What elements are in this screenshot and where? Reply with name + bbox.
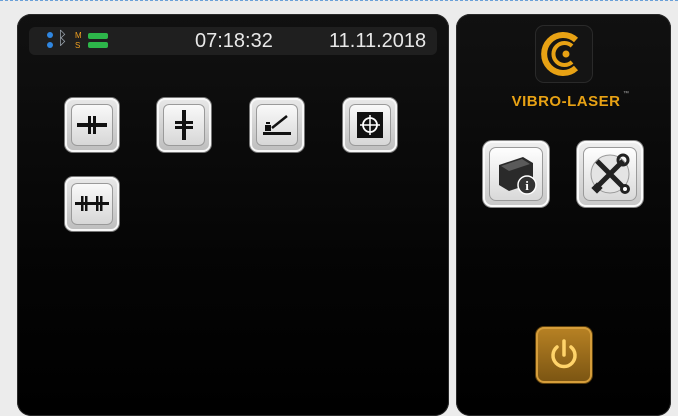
horizontal-shaft-alignment-icon	[77, 116, 107, 134]
vibro-laser-logo-icon	[536, 26, 592, 82]
target-crosshair-button[interactable]	[343, 98, 397, 152]
tools-settings-button[interactable]	[577, 141, 643, 207]
ms-labels: M S	[75, 31, 82, 51]
clock-date: 11.11.2018	[329, 30, 427, 52]
power-button[interactable]	[536, 327, 592, 383]
target-crosshair-icon	[357, 112, 383, 138]
horizontal-shaft-alignment-button[interactable]	[65, 98, 119, 152]
machine-train-alignment-icon	[75, 196, 109, 211]
status-bar: ᛒ M S 07:18:32 11.11.2018	[29, 27, 437, 55]
vertical-shaft-alignment-icon	[175, 110, 193, 140]
trademark: ™	[623, 91, 629, 97]
svg-text:i: i	[525, 178, 529, 193]
machine-train-alignment-button[interactable]	[65, 177, 119, 231]
tools-settings-icon	[590, 153, 630, 194]
window-top-border	[0, 0, 678, 5]
flatness-measurement-icon	[263, 115, 291, 135]
device-info-icon: i	[499, 157, 537, 195]
power-icon	[551, 339, 577, 369]
connection-indicator	[47, 32, 53, 52]
s-label: S	[75, 41, 81, 50]
main-panel: ᛒ M S 07:18:32 11.11.2018	[17, 14, 449, 416]
flatness-measurement-button[interactable]	[250, 98, 304, 152]
side-panel: VIBRO-LASER ™ i	[456, 14, 671, 416]
device-info-button[interactable]: i	[483, 141, 549, 207]
brand-name: VIBRO-LASER	[511, 93, 621, 110]
clock-time: 07:18:32	[195, 30, 273, 52]
battery-level-icon	[88, 33, 108, 51]
bluetooth-icon: ᛒ	[57, 28, 68, 49]
vertical-shaft-alignment-button[interactable]	[157, 98, 211, 152]
m-label: M	[75, 31, 82, 40]
